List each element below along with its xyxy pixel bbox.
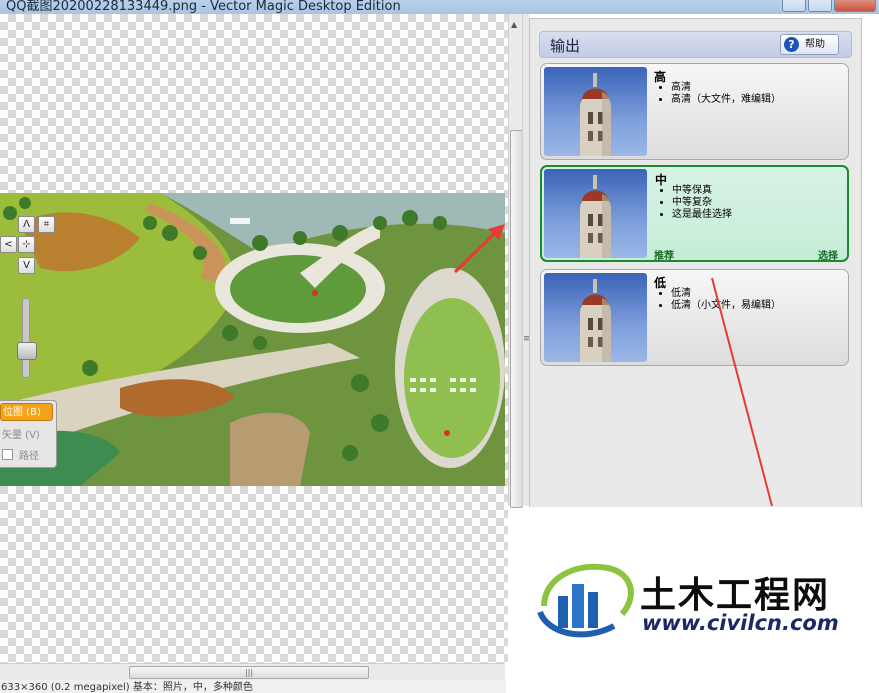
bitmap-mode-button[interactable]: 位图 (B): [0, 403, 53, 421]
pan-left-button[interactable]: <: [0, 236, 17, 253]
park-plan-image: [0, 193, 505, 486]
panel-splitter[interactable]: ≡: [522, 14, 531, 506]
tower-image: [580, 73, 611, 156]
status-bar: 633×360 (0.2 megapixel) 基本：照片，中，多种颜色: [0, 680, 506, 693]
tower-thumbnail: [544, 273, 647, 362]
tower-image: [580, 175, 611, 258]
option-bullet: 高清: [671, 82, 781, 94]
option-bullets: 中等保真 中等复杂 这是最佳选择: [660, 185, 732, 221]
help-icon: ?: [784, 37, 799, 52]
watermark-url: www.civilcn.com: [642, 611, 839, 635]
window-title: QQ截图20200228133449.png - Vector Magic De…: [6, 0, 401, 14]
help-label: 帮助: [805, 39, 825, 50]
option-bullets: 高清 高清（大文件，难编辑）: [659, 82, 781, 106]
vertical-scrollbar[interactable]: ▲: [508, 14, 523, 508]
output-option-high[interactable]: 高 高清 高清（大文件，难编辑）: [540, 63, 849, 160]
civilcn-logo-icon: [537, 563, 634, 638]
loaded-bitmap-image: [0, 193, 505, 486]
output-panel-header: 输出 ? 帮助: [539, 31, 852, 58]
view-mode-panel: 位图 (B) 矢量 (V) 路径: [0, 400, 57, 468]
maximize-button[interactable]: [808, 0, 832, 12]
horizontal-scrollbar[interactable]: |||: [0, 663, 505, 680]
vector-mode-button[interactable]: 矢量 (V): [2, 426, 40, 441]
zoom-slider-thumb[interactable]: [17, 342, 37, 360]
pan-down-button[interactable]: V: [18, 257, 35, 274]
path-checkbox[interactable]: [2, 449, 13, 460]
zoom-slider-track[interactable]: [22, 298, 30, 378]
title-bar: QQ截图20200228133449.png - Vector Magic De…: [0, 0, 879, 14]
select-link[interactable]: 选择: [818, 247, 838, 262]
output-option-low[interactable]: 低 低清 低清（小文件，易编辑）: [540, 269, 849, 366]
help-button[interactable]: ? 帮助: [780, 34, 839, 55]
option-bullet: 这是最佳选择: [672, 209, 732, 221]
minimize-button[interactable]: [782, 0, 806, 12]
option-bullet: 高清（大文件，难编辑）: [671, 94, 781, 106]
scroll-up-icon[interactable]: ▲: [511, 20, 517, 29]
output-option-medium[interactable]: 中 中等保真 中等复杂 这是最佳选择 推荐 选择: [540, 165, 849, 262]
watermark-logo: 土木工程网 www.civilcn.com: [536, 556, 856, 640]
recommend-label: 推荐: [654, 251, 674, 262]
horizontal-scroll-thumb[interactable]: |||: [129, 666, 369, 679]
fit-button[interactable]: ⊹: [18, 236, 35, 253]
output-panel: 输出 ? 帮助 高 高清 高清（大文件，难编辑）: [529, 18, 862, 507]
option-bullets: 低清 低清（小文件，易编辑）: [659, 288, 781, 312]
option-bullet: 低清: [671, 288, 781, 300]
tower-image: [580, 279, 611, 362]
option-bullet: 中等复杂: [672, 197, 732, 209]
zoom-box-button[interactable]: ⌗: [38, 216, 55, 233]
path-mode-label: 路径: [19, 451, 39, 462]
option-bullet: 低清（小文件，易编辑）: [671, 300, 781, 312]
path-mode-toggle[interactable]: 路径: [2, 447, 39, 462]
output-panel-title: 输出: [550, 37, 581, 55]
close-button[interactable]: [834, 0, 876, 12]
pan-up-button[interactable]: Λ: [18, 216, 35, 233]
option-bullet: 中等保真: [672, 185, 732, 197]
tower-thumbnail: [544, 67, 647, 156]
tower-thumbnail: [544, 169, 647, 258]
